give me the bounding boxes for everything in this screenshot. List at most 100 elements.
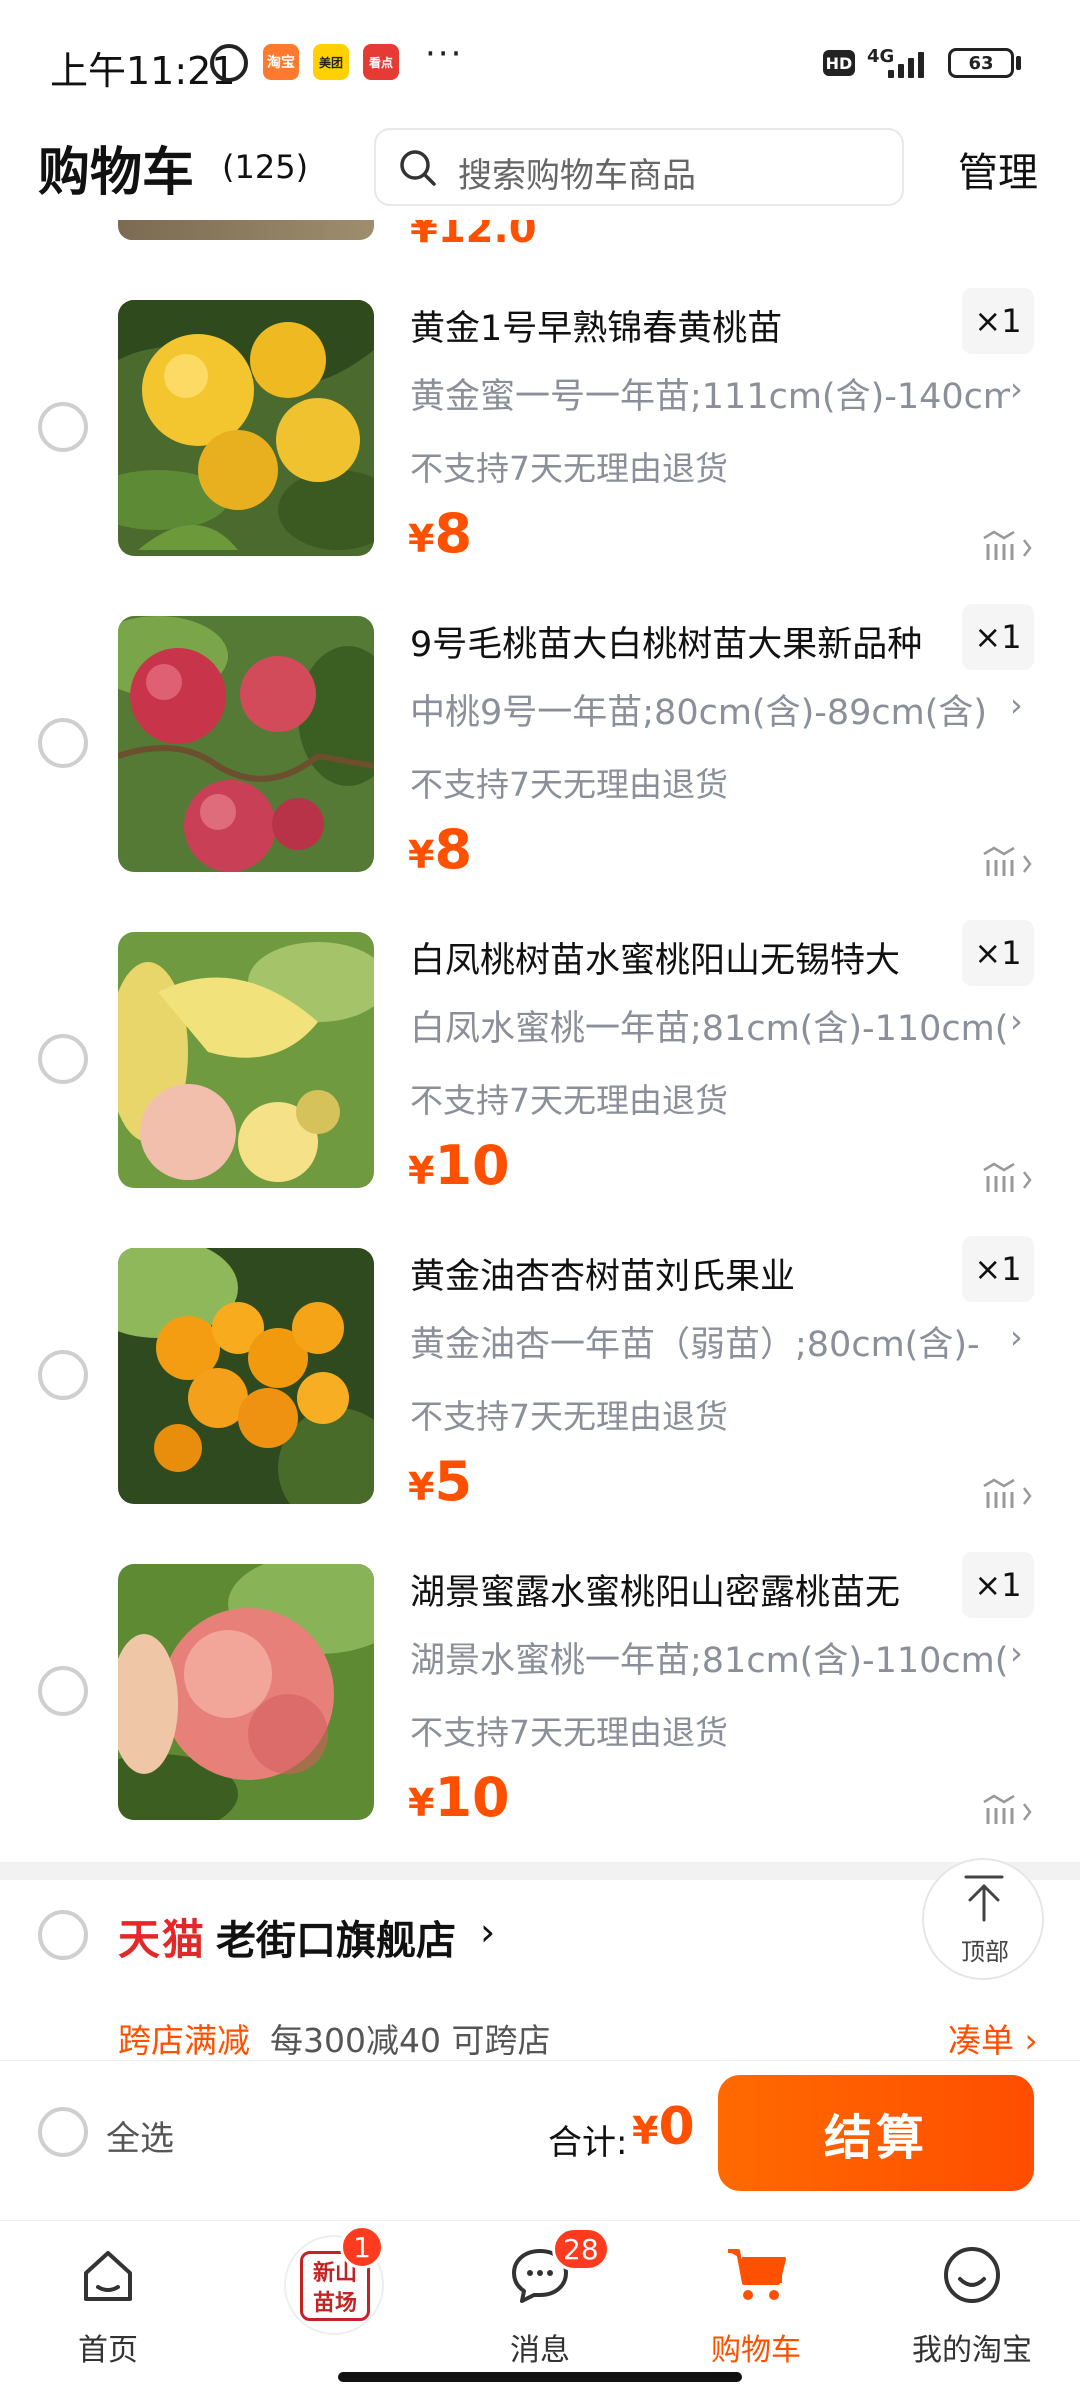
product-image[interactable] [118, 1248, 374, 1504]
item-price: ¥8 [408, 502, 473, 565]
tab-messages[interactable]: 28 消息 [440, 2227, 640, 2368]
tmall-logo: 天猫 [118, 1915, 207, 1964]
product-image[interactable] [118, 616, 374, 872]
honey-peach-photo [118, 1564, 374, 1820]
cart-item[interactable]: 黄金油杏杏树苗刘氏果业 ×1 黄金油杏一年苗（弱苗）;80cm(含)- › 不支… [0, 1236, 1080, 1564]
tab-my-taobao[interactable]: 我的淘宝 [872, 2235, 1072, 2368]
quantity-button[interactable]: ×1 [962, 1552, 1034, 1618]
white-peach-photo [118, 932, 374, 1188]
status-time: 上午11:21 [50, 49, 236, 93]
cart-item[interactable]: 湖景蜜露水蜜桃阳山密露桃苗无 ×1 湖景水蜜桃一年苗;81cm(含)-110cm… [0, 1552, 1080, 1880]
return-policy: 不支持7天无理由退货 [410, 765, 728, 804]
item-title[interactable]: 9号毛桃苗大白桃树苗大果新品种 [410, 616, 950, 667]
cart-item[interactable]: 9号毛桃苗大白桃树苗大果新品种 ×1 中桃9号一年苗;80cm(含)-89cm(… [0, 604, 1080, 932]
cart-count: (125) [222, 148, 309, 186]
tab-xinshan[interactable]: 新山 苗场 1 [224, 2225, 424, 2365]
tab-home[interactable]: 首页 [8, 2235, 208, 2368]
price-trend-icon[interactable] [980, 1476, 1036, 1512]
quantity-button[interactable]: ×1 [962, 288, 1034, 354]
cart-search-input[interactable]: 搜索购物车商品 [374, 128, 904, 206]
promo-tag: 跨店满减 [118, 2021, 250, 2060]
product-image[interactable] [118, 1564, 374, 1820]
page-title: 购物车 [38, 143, 195, 203]
taobao-app-icon: 淘宝 [263, 44, 299, 80]
return-policy: 不支持7天无理由退货 [410, 449, 728, 488]
golden-peach-photo [118, 300, 374, 556]
tab-label: 消息 [510, 2333, 570, 2368]
partial-item-image [118, 220, 374, 240]
manage-button[interactable]: 管理 [958, 140, 1038, 198]
price-trend-icon[interactable] [980, 528, 1036, 564]
price-trend-icon[interactable] [980, 1160, 1036, 1196]
cart-list[interactable]: ¥12.0 黄金1号早熟锦春黄桃苗 ×1 黄金蜜一号一年苗;111cm(含)-1… [0, 220, 1080, 2060]
return-policy: 不支持7天无理由退货 [410, 1713, 728, 1752]
section-divider [0, 1862, 1080, 1880]
chevron-right-icon[interactable]: › [1010, 1002, 1023, 1040]
sku-selector[interactable]: 白凤水蜜桃一年苗;81cm(含)-110cm( [410, 1000, 1010, 1051]
return-policy: 不支持7天无理由退货 [410, 1081, 728, 1120]
chevron-right-icon[interactable]: › [1010, 370, 1023, 408]
chevron-right-icon[interactable]: › [1010, 1634, 1023, 1672]
cart-icon [728, 2249, 786, 2300]
item-title[interactable]: 湖景蜜露水蜜桃阳山密露桃苗无 [410, 1564, 950, 1615]
item-price: ¥5 [408, 1450, 473, 1513]
meituan-app-icon: 美团 [313, 44, 349, 80]
signal-icon [888, 48, 924, 78]
kandian-app-icon: 看点 [363, 44, 399, 80]
product-image[interactable] [118, 932, 374, 1188]
more-notifications-icon: ··· [425, 34, 464, 74]
search-placeholder: 搜索购物车商品 [458, 156, 696, 196]
arrow-up-icon [964, 1875, 1004, 1922]
checkout-bar: 全选 合计: ¥0 结算 [0, 2060, 1080, 2220]
item-price: ¥10 [408, 1766, 510, 1829]
cart-item[interactable]: 白凤桃树苗水蜜桃阳山无锡特大 ×1 白凤水蜜桃一年苗;81cm(含)-110cm… [0, 920, 1080, 1248]
item-title[interactable]: 白凤桃树苗水蜜桃阳山无锡特大 [410, 932, 950, 983]
back-to-top-button[interactable]: 顶部 [922, 1858, 1044, 1980]
tab-label: 购物车 [711, 2333, 801, 2368]
chevron-right-icon[interactable]: › [1010, 686, 1023, 724]
shop-row[interactable]: 天猫 老街口旗舰店 › 跨店满减 每300减40 可跨店 凑单 › [0, 1880, 1080, 2060]
item-checkbox[interactable] [38, 1034, 88, 1084]
shop-name[interactable]: 老街口旗舰店 [216, 1908, 456, 1966]
checkout-button[interactable]: 结算 [718, 2075, 1034, 2191]
select-all-checkbox[interactable] [38, 2107, 88, 2157]
select-all-label[interactable]: 全选 [106, 2111, 174, 2160]
price-trend-icon[interactable] [980, 844, 1036, 880]
quantity-button[interactable]: ×1 [962, 604, 1034, 670]
add-on-link[interactable]: 凑单 › [948, 2014, 1038, 2060]
tab-cart[interactable]: 购物车 [656, 2235, 856, 2368]
item-checkbox[interactable] [38, 718, 88, 768]
sku-selector[interactable]: 黄金油杏一年苗（弱苗）;80cm(含)- [410, 1316, 1010, 1367]
cart-item[interactable]: 黄金1号早熟锦春黄桃苗 ×1 黄金蜜一号一年苗;111cm(含)-140cm ›… [0, 288, 1080, 616]
notification-badge: 1 [340, 2225, 384, 2269]
search-icon [400, 150, 436, 186]
smile-icon [944, 2247, 1000, 2303]
partial-item-price: ¥12.0 [410, 220, 537, 252]
chevron-right-icon[interactable]: › [1010, 1318, 1023, 1356]
item-price: ¥10 [408, 1134, 510, 1197]
home-indicator[interactable] [338, 2372, 742, 2382]
alarm-icon [210, 44, 248, 82]
item-checkbox[interactable] [38, 1350, 88, 1400]
item-checkbox[interactable] [38, 1666, 88, 1716]
status-bar: 上午11:21 淘宝 美团 看点 ··· HD 4G 63 [0, 0, 1080, 120]
shop-checkbox[interactable] [38, 1910, 88, 1960]
total-label: 合计: [548, 2123, 628, 2163]
quantity-button[interactable]: ×1 [962, 1236, 1034, 1302]
hd-voice-icon: HD [823, 50, 855, 76]
product-image[interactable] [118, 300, 374, 556]
item-title[interactable]: 黄金油杏杏树苗刘氏果业 [410, 1248, 950, 1299]
item-checkbox[interactable] [38, 402, 88, 452]
sku-selector[interactable]: 黄金蜜一号一年苗;111cm(含)-140cm [410, 368, 1010, 419]
item-price: ¥8 [408, 818, 473, 881]
quantity-button[interactable]: ×1 [962, 920, 1034, 986]
chevron-right-icon[interactable]: › [480, 1910, 495, 1954]
promo-text: 每300减40 可跨店 [270, 2021, 551, 2060]
price-trend-icon[interactable] [980, 1792, 1036, 1828]
sku-selector[interactable]: 湖景水蜜桃一年苗;81cm(含)-110cm( [410, 1632, 1010, 1683]
sku-selector[interactable]: 中桃9号一年苗;80cm(含)-89cm(含) [410, 684, 1010, 735]
item-title[interactable]: 黄金1号早熟锦春黄桃苗 [410, 300, 950, 351]
red-peach-photo [118, 616, 374, 872]
cart-header: 购物车 (125) 搜索购物车商品 管理 [0, 120, 1080, 220]
notification-badge: 28 [552, 2227, 610, 2271]
